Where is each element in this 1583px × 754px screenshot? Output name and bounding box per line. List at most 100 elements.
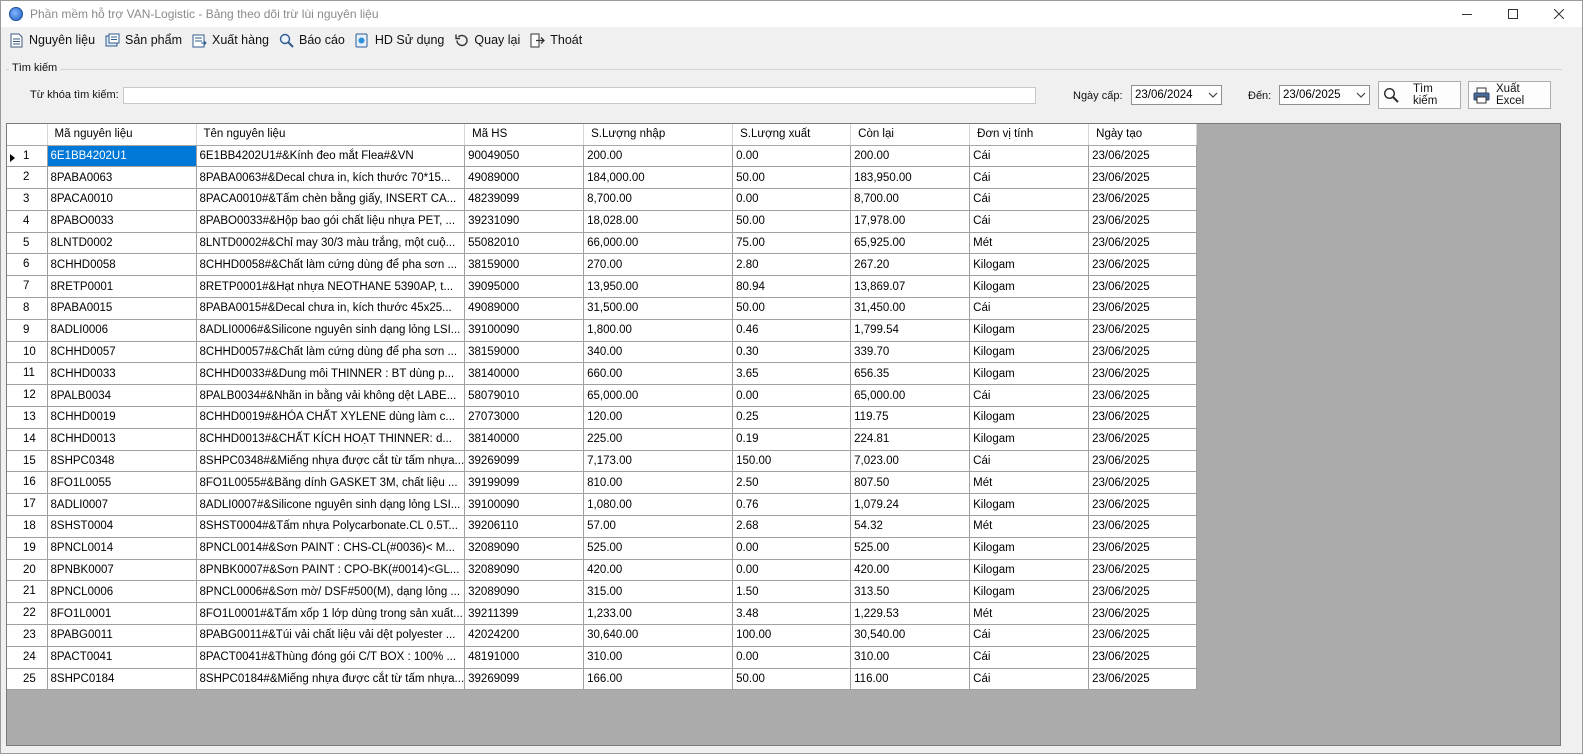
remaining-cell[interactable]: 339.70	[850, 341, 971, 364]
chevron-down-icon[interactable]	[1208, 90, 1218, 103]
row-header[interactable]: 21	[7, 580, 48, 604]
column-header[interactable]: Còn lại	[850, 124, 971, 146]
material-name-cell[interactable]: 8PALB0034#&Nhãn in bằng vải không dệt LA…	[196, 384, 466, 408]
qty-out-cell[interactable]: 0.19	[732, 428, 852, 451]
qty-out-cell[interactable]: 0.00	[732, 384, 852, 408]
material-code-cell[interactable]: 8PABG0011	[47, 624, 197, 647]
material-code-cell[interactable]: 8PABA0015	[47, 297, 197, 320]
remaining-cell[interactable]: 525.00	[850, 537, 971, 560]
menu-quay-lai[interactable]: Quay lại	[450, 29, 526, 51]
menu-thoat[interactable]: Thoát	[526, 29, 588, 51]
unit-cell[interactable]: Kilogam	[969, 559, 1090, 582]
table-row[interactable]: 8 8PABA0015 8PABA0015#&Decal chưa in, kích…	[7, 297, 1198, 320]
material-code-cell[interactable]: 8SHPC0184	[47, 668, 197, 691]
remaining-cell[interactable]: 807.50	[850, 471, 971, 495]
material-name-cell[interactable]: 8FO1L0055#&Băng dính GASKET 3M, chất liệ…	[196, 471, 466, 495]
row-header[interactable]: 17	[7, 493, 48, 517]
menu-nguyen-lieu[interactable]: Nguyên liệu	[5, 29, 101, 51]
remaining-cell[interactable]: 420.00	[850, 559, 971, 582]
created-date-cell[interactable]: 23/06/2025	[1088, 559, 1198, 582]
table-row[interactable]: 13 8CHHD0019 8CHHD0019#&HÓA CHẤT XYLENE dù…	[7, 406, 1198, 429]
material-code-cell[interactable]: 8PNCL0006	[47, 580, 197, 604]
material-code-cell[interactable]: 8ADLI0007	[47, 493, 197, 517]
remaining-cell[interactable]: 116.00	[850, 668, 971, 691]
material-name-cell[interactable]: 8PABA0063#&Decal chưa in, kích thước 70*…	[196, 166, 466, 190]
qty-out-cell[interactable]: 0.00	[732, 559, 852, 582]
close-button[interactable]	[1536, 1, 1582, 27]
remaining-cell[interactable]: 65,000.00	[850, 384, 971, 408]
row-header[interactable]: 3	[7, 188, 48, 211]
chevron-down-icon[interactable]	[1356, 90, 1366, 103]
created-date-cell[interactable]: 23/06/2025	[1088, 188, 1198, 211]
remaining-cell[interactable]: 31,450.00	[850, 297, 971, 320]
remaining-cell[interactable]: 183,950.00	[850, 166, 971, 190]
hs-code-cell[interactable]: 38140000	[464, 428, 585, 451]
hs-code-cell[interactable]: 27073000	[464, 406, 585, 429]
qty-in-cell[interactable]: 18,028.00	[583, 210, 734, 233]
hs-code-cell[interactable]: 38159000	[464, 253, 585, 277]
remaining-cell[interactable]: 1,799.54	[850, 319, 971, 342]
qty-out-cell[interactable]: 80.94	[732, 275, 852, 299]
remaining-cell[interactable]: 224.81	[850, 428, 971, 451]
created-date-cell[interactable]: 23/06/2025	[1088, 602, 1198, 626]
unit-cell[interactable]: Cái	[969, 297, 1090, 320]
qty-in-cell[interactable]: 66,000.00	[583, 232, 734, 255]
material-name-cell[interactable]: 8CHHD0057#&Chất làm cứng dùng để pha sơn…	[196, 341, 466, 364]
material-code-cell[interactable]: 8SHST0004	[47, 515, 197, 538]
row-header[interactable]: 20	[7, 559, 48, 582]
qty-out-cell[interactable]: 50.00	[732, 297, 852, 320]
qty-in-cell[interactable]: 30,640.00	[583, 624, 734, 647]
created-date-cell[interactable]: 23/06/2025	[1088, 232, 1198, 255]
qty-in-cell[interactable]: 1,080.00	[583, 493, 734, 517]
row-header[interactable]: 6	[7, 253, 48, 277]
hs-code-cell[interactable]: 39095000	[464, 275, 585, 299]
row-header[interactable]: 8	[7, 297, 48, 320]
qty-in-cell[interactable]: 810.00	[583, 471, 734, 495]
hs-code-cell[interactable]: 38140000	[464, 362, 585, 386]
column-header[interactable]: Đơn vị tính	[969, 124, 1090, 146]
remaining-cell[interactable]: 13,869.07	[850, 275, 971, 299]
created-date-cell[interactable]: 23/06/2025	[1088, 646, 1198, 669]
material-name-cell[interactable]: 8CHHD0033#&Dung môi THINNER : BT dùng p.…	[196, 362, 466, 386]
unit-cell[interactable]: Mét	[969, 232, 1090, 255]
material-code-cell[interactable]: 8CHHD0033	[47, 362, 197, 386]
qty-out-cell[interactable]: 0.30	[732, 341, 852, 364]
qty-in-cell[interactable]: 225.00	[583, 428, 734, 451]
material-code-cell[interactable]: 8CHHD0019	[47, 406, 197, 429]
row-header[interactable]: 4	[7, 210, 48, 233]
material-name-cell[interactable]: 8PABO0033#&Hộp bao gói chất liệu nhựa PE…	[196, 210, 466, 233]
qty-in-cell[interactable]: 166.00	[583, 668, 734, 691]
unit-cell[interactable]: Kilogam	[969, 537, 1090, 560]
qty-out-cell[interactable]: 1.50	[732, 580, 852, 604]
qty-out-cell[interactable]: 2.68	[732, 515, 852, 538]
maximize-button[interactable]	[1490, 1, 1536, 27]
unit-cell[interactable]: Kilogam	[969, 406, 1090, 429]
row-header[interactable]: 2	[7, 166, 48, 190]
remaining-cell[interactable]: 656.35	[850, 362, 971, 386]
qty-out-cell[interactable]: 0.46	[732, 319, 852, 342]
hs-code-cell[interactable]: 39100090	[464, 493, 585, 517]
material-name-cell[interactable]: 8SHST0004#&Tấm nhựa Polycarbonate.CL 0.5…	[196, 515, 466, 538]
remaining-cell[interactable]: 30,540.00	[850, 624, 971, 647]
table-row[interactable]: 7 8RETP0001 8RETP0001#&Hạt nhựa NEOTHANE 5…	[7, 275, 1198, 299]
qty-out-cell[interactable]: 50.00	[732, 166, 852, 190]
unit-cell[interactable]: Kilogam	[969, 319, 1090, 342]
unit-cell[interactable]: Kilogam	[969, 275, 1090, 299]
hs-code-cell[interactable]: 39199099	[464, 471, 585, 495]
qty-out-cell[interactable]: 50.00	[732, 668, 852, 691]
unit-cell[interactable]: Cái	[969, 646, 1090, 669]
remaining-cell[interactable]: 65,925.00	[850, 232, 971, 255]
created-date-cell[interactable]: 23/06/2025	[1088, 515, 1198, 538]
created-date-cell[interactable]: 23/06/2025	[1088, 624, 1198, 647]
material-name-cell[interactable]: 8RETP0001#&Hạt nhựa NEOTHANE 5390AP, t..…	[196, 275, 466, 299]
material-code-cell[interactable]: 8RETP0001	[47, 275, 197, 299]
hs-code-cell[interactable]: 39269099	[464, 668, 585, 691]
qty-out-cell[interactable]: 50.00	[732, 210, 852, 233]
created-date-cell[interactable]: 23/06/2025	[1088, 406, 1198, 429]
qty-out-cell[interactable]: 0.25	[732, 406, 852, 429]
table-row[interactable]: 21 8PNCL0006 8PNCL0006#&Sơn mờ/ DSF#500(M)…	[7, 580, 1198, 604]
material-code-cell[interactable]: 8CHHD0058	[47, 253, 197, 277]
row-header[interactable]: 11	[7, 362, 48, 386]
hs-code-cell[interactable]: 32089090	[464, 537, 585, 560]
created-date-cell[interactable]: 23/06/2025	[1088, 493, 1198, 517]
